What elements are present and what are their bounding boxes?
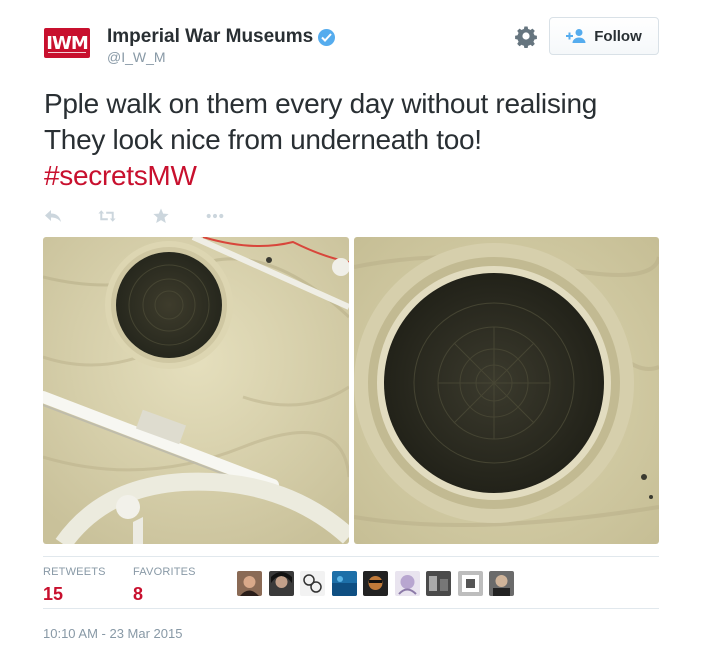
avatar[interactable] — [426, 571, 451, 596]
account-avatar[interactable]: IWM — [44, 28, 90, 58]
more-icon[interactable] — [206, 208, 224, 224]
tweet-text: Pple walk on them every day without real… — [44, 86, 684, 194]
display-name[interactable]: Imperial War Museums — [107, 26, 313, 48]
logo-text: IWM — [46, 32, 88, 54]
verified-badge-icon — [318, 28, 336, 46]
favorites-count: 8 — [133, 584, 144, 604]
retweets-label: RETWEETS — [43, 566, 106, 578]
reply-icon[interactable] — [44, 208, 62, 224]
engagement-avatars — [237, 571, 521, 596]
avatar[interactable] — [394, 571, 420, 596]
tweet-card: IWM Imperial War Museums @I_W_M Follow P… — [0, 0, 702, 650]
avatar[interactable] — [457, 571, 483, 596]
retweets-count: 15 — [43, 584, 64, 604]
gear-icon[interactable] — [514, 24, 538, 49]
follow-button[interactable]: Follow — [549, 17, 659, 55]
favorite-icon[interactable] — [152, 208, 170, 224]
avatar[interactable] — [300, 571, 325, 596]
tweet-text-line: They look nice from underneath too! — [44, 124, 482, 155]
follow-label: Follow — [594, 27, 642, 45]
tweet-text-line: Pple walk on them every day without real… — [44, 88, 598, 119]
divider-bottom — [43, 608, 659, 609]
name-row[interactable]: Imperial War Museums — [107, 26, 336, 48]
tweet-actions — [44, 208, 260, 224]
tweet-photo-left[interactable] — [43, 237, 349, 544]
divider-top — [43, 556, 659, 557]
favorites-stat[interactable]: FAVORITES 8 — [133, 566, 196, 605]
hashtag-link[interactable]: #secretsMW — [44, 158, 684, 194]
avatar[interactable] — [268, 571, 294, 596]
tweet-photo-right[interactable] — [354, 237, 659, 544]
timestamp[interactable]: 10:10 AM - 23 Mar 2015 — [43, 626, 182, 641]
add-user-icon — [566, 28, 588, 44]
handle[interactable]: @I_W_M — [107, 49, 166, 65]
avatar[interactable] — [237, 571, 262, 596]
logo-rule — [48, 52, 86, 53]
retweet-icon[interactable] — [98, 208, 116, 224]
avatar[interactable] — [489, 571, 514, 596]
favorites-label: FAVORITES — [133, 566, 196, 578]
avatar[interactable] — [331, 571, 357, 596]
avatar[interactable] — [363, 571, 388, 596]
retweets-stat[interactable]: RETWEETS 15 — [43, 566, 106, 605]
